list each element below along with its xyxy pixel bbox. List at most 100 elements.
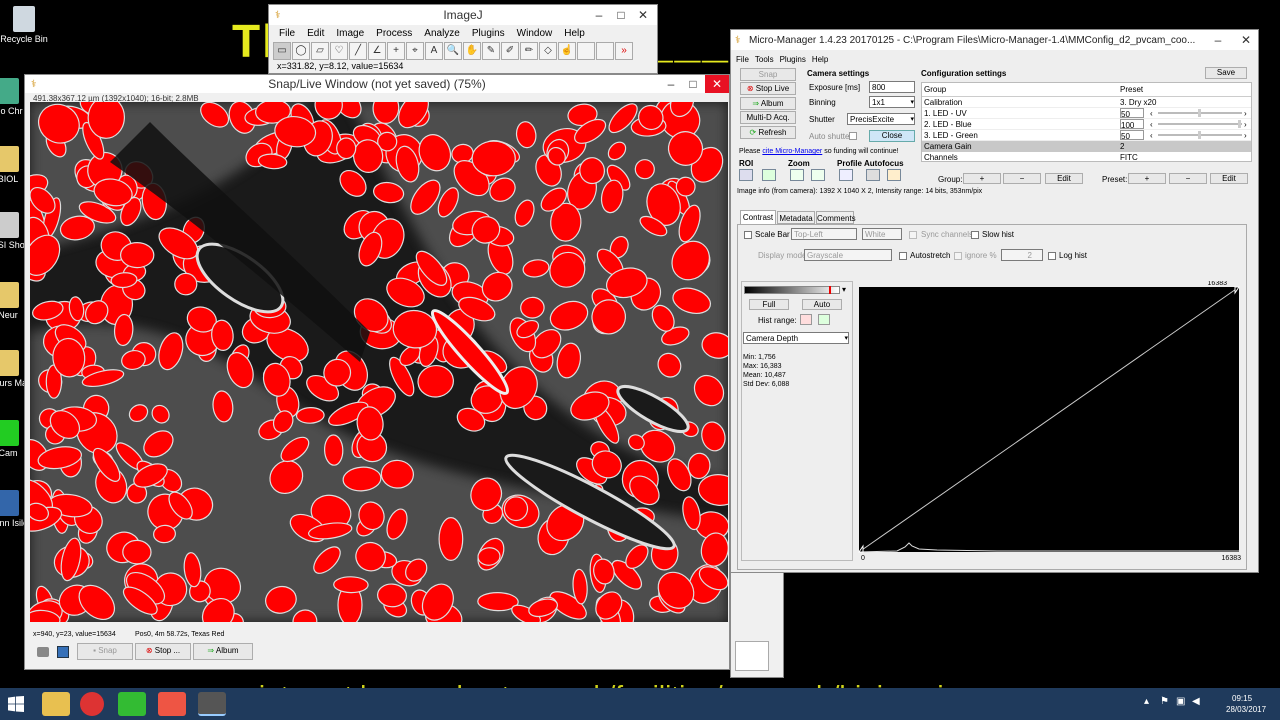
line-tool-icon[interactable]: ╱ — [349, 42, 367, 60]
menu-tools[interactable]: Tools — [752, 52, 777, 68]
pencil-tool-icon[interactable]: ✐ — [501, 42, 519, 60]
close-button[interactable]: ✕ — [1238, 30, 1254, 50]
imagej-window[interactable]: ⚕ ImageJ – □ ✕ File Edit Image Process A… — [268, 4, 658, 74]
group-remove-button[interactable]: − — [1003, 173, 1041, 184]
refresh-button[interactable]: ⟳ Refresh — [740, 126, 796, 139]
preset-add-button[interactable]: + — [1128, 173, 1166, 184]
menu-analyze[interactable]: Analyze — [418, 26, 466, 42]
save-icon[interactable] — [57, 646, 69, 658]
slider-thumb[interactable] — [1238, 120, 1241, 128]
hand2-tool-icon[interactable]: ☝ — [558, 42, 576, 60]
recycle-bin-icon[interactable]: Recycle Bin — [0, 6, 48, 44]
micro-manager-window[interactable]: ⚕ Micro-Manager 1.4.23 20170125 - C:\Pro… — [730, 29, 1259, 573]
full-button[interactable]: Full — [749, 299, 789, 310]
close-button[interactable]: ✕ — [705, 75, 729, 93]
cite-link[interactable]: cite Micro-Manager — [762, 148, 822, 155]
freehand-tool-icon[interactable]: ♡ — [330, 42, 348, 60]
config-save-button[interactable]: Save — [1205, 67, 1247, 79]
imagej-titlebar[interactable]: ⚕ ImageJ – □ ✕ — [269, 5, 657, 25]
snap-titlebar[interactable]: ⚕ Snap/Live Window (not yet saved) (75%)… — [25, 75, 729, 93]
shutter-close-button[interactable]: Close — [869, 130, 915, 142]
file-explorer-icon[interactable] — [42, 692, 70, 716]
snap-button[interactable]: Snap — [740, 68, 796, 81]
profile-icon[interactable] — [839, 169, 853, 181]
tab-comments[interactable]: Comments — [816, 211, 856, 224]
table-row[interactable]: Camera Gain 2 — [922, 141, 1251, 152]
ignore-checkbox[interactable] — [954, 252, 962, 260]
histogram-plot[interactable]: 16383 0 16383 — [857, 281, 1245, 561]
hand-tool-icon[interactable]: ✋ — [463, 42, 481, 60]
slider-right-icon[interactable]: › — [1244, 130, 1247, 141]
display-mode-select[interactable]: Grayscale — [804, 249, 892, 261]
sync-channels-checkbox[interactable] — [909, 231, 917, 239]
volume-icon[interactable]: ◀ — [1192, 696, 1200, 707]
snap-button[interactable]: ▪ Snap — [77, 643, 133, 660]
blank1-icon[interactable] — [577, 42, 595, 60]
oval-tool-icon[interactable]: ◯ — [292, 42, 310, 60]
stop-button[interactable]: ⊗ Stop ... — [135, 643, 191, 660]
tab-metadata[interactable]: Metadata — [777, 211, 815, 224]
album-button[interactable]: ⇒ Album — [740, 97, 796, 110]
roi-clear-icon[interactable] — [762, 169, 776, 181]
chrome-icon[interactable] — [80, 692, 104, 716]
table-row[interactable]: 3. LED - Green 50 ‹ › — [922, 130, 1251, 141]
slow-hist-checkbox[interactable] — [971, 231, 979, 239]
hist-zoom-in-icon[interactable] — [800, 314, 812, 325]
preset-remove-button[interactable]: − — [1169, 173, 1207, 184]
menu-file[interactable]: File — [733, 52, 752, 68]
chevron-down-icon[interactable]: ▾ — [842, 285, 846, 294]
menu-window[interactable]: Window — [511, 26, 559, 42]
table-row[interactable]: 1. LED - UV 50 ‹ › — [922, 108, 1251, 119]
maximize-button[interactable]: □ — [679, 75, 707, 93]
group-edit-button[interactable]: Edit — [1045, 173, 1083, 184]
network-icon[interactable]: ▣ — [1176, 696, 1185, 707]
slider-left-icon[interactable]: ‹ — [1150, 119, 1153, 130]
tab-contrast[interactable]: Contrast — [740, 210, 776, 224]
imagej-taskbar-icon[interactable] — [198, 692, 226, 716]
camtasia-icon[interactable] — [118, 692, 146, 716]
scale-bar-color-select[interactable]: White — [862, 228, 902, 240]
lut-gradient[interactable] — [744, 286, 840, 294]
zoom-in-icon[interactable] — [790, 169, 804, 181]
scale-bar-position-select[interactable]: Top-Left — [791, 228, 857, 240]
roi-set-icon[interactable] — [739, 169, 753, 181]
polygon-tool-icon[interactable]: ▱ — [311, 42, 329, 60]
clock-time[interactable]: 09:15 — [1232, 694, 1252, 703]
scale-bar-checkbox[interactable] — [744, 231, 752, 239]
dropper-tool-icon[interactable]: ✎ — [482, 42, 500, 60]
binning-select[interactable]: 1x1 ▾ — [869, 96, 915, 108]
slider-track[interactable] — [1158, 123, 1242, 125]
camtasia-recorder-icon[interactable] — [158, 692, 186, 716]
hist-zoom-out-icon[interactable] — [818, 314, 830, 325]
slider-left-icon[interactable]: ‹ — [1150, 130, 1153, 141]
minimize-button[interactable]: – — [1210, 30, 1226, 50]
menu-file[interactable]: File — [273, 26, 301, 42]
wand-tool-icon[interactable]: ⌖ — [406, 42, 424, 60]
log-hist-checkbox[interactable] — [1048, 252, 1056, 260]
auto-button[interactable]: Auto — [802, 299, 842, 310]
ignore-percent-input[interactable]: 2 — [1001, 249, 1043, 261]
menu-plugins[interactable]: Plugins — [777, 52, 809, 68]
group-add-button[interactable]: + — [963, 173, 1001, 184]
menu-help[interactable]: Help — [809, 52, 831, 68]
auto-shutter-checkbox[interactable] — [849, 132, 857, 140]
menu-image[interactable]: Image — [330, 26, 370, 42]
point-tool-icon[interactable]: + — [387, 42, 405, 60]
table-row[interactable]: Channels FITC — [922, 152, 1251, 163]
depth-select[interactable]: Camera Depth ▾ — [743, 332, 849, 344]
row-preset[interactable]: 100 — [1120, 119, 1144, 130]
more-tool-icon[interactable]: » — [615, 42, 633, 60]
menu-plugins[interactable]: Plugins — [466, 26, 511, 42]
slider-right-icon[interactable]: › — [1244, 119, 1247, 130]
angle-tool-icon[interactable]: ∠ — [368, 42, 386, 60]
eraser-tool-icon[interactable]: ◇ — [539, 42, 557, 60]
shutter-select[interactable]: PrecisExcite ▾ — [847, 113, 915, 125]
exposure-input[interactable]: 800 — [869, 81, 915, 93]
blank2-icon[interactable] — [596, 42, 614, 60]
brush-tool-icon[interactable]: ✏ — [520, 42, 538, 60]
mm-titlebar[interactable]: ⚕ Micro-Manager 1.4.23 20170125 - C:\Pro… — [731, 30, 1258, 50]
autofocus-icon[interactable] — [866, 169, 880, 181]
folder-icon[interactable] — [37, 647, 49, 657]
clock-date[interactable]: 28/03/2017 — [1226, 705, 1266, 714]
autofocus-settings-icon[interactable] — [887, 169, 901, 181]
